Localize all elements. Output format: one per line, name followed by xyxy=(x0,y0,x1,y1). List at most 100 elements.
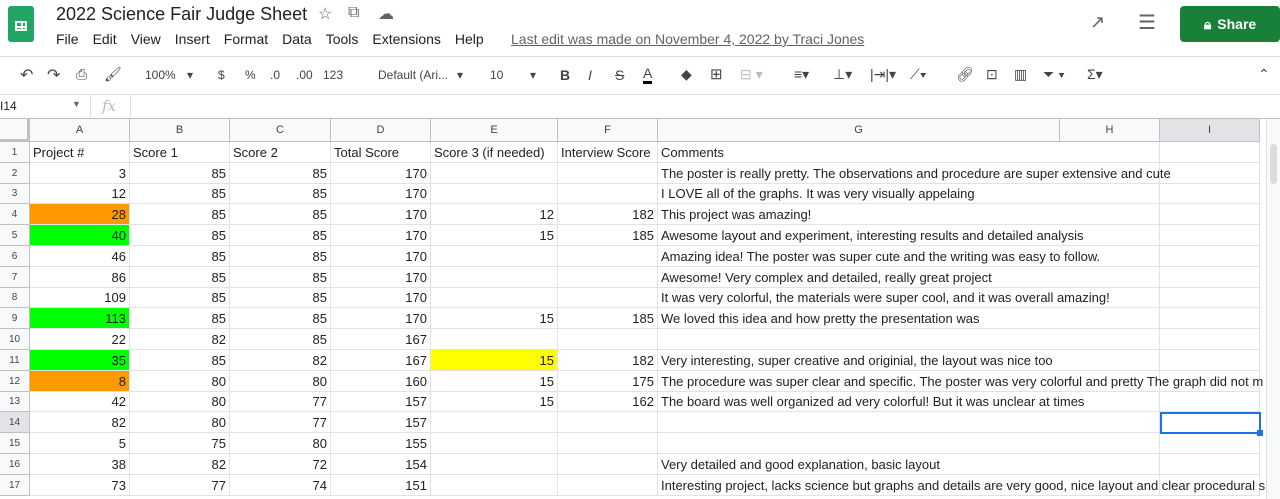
row-header[interactable]: 5 xyxy=(0,225,30,246)
cell-B15[interactable]: 75 xyxy=(130,433,230,454)
cell-D5[interactable]: 170 xyxy=(331,225,431,246)
menu-format[interactable]: Format xyxy=(224,31,268,47)
cell-E17[interactable] xyxy=(431,475,558,496)
column-header-F[interactable]: F xyxy=(558,119,658,142)
cell-I2[interactable] xyxy=(1160,163,1260,184)
comment-icon[interactable]: ⊡ xyxy=(986,66,998,83)
cell-A7[interactable]: 86 xyxy=(30,267,130,288)
cell-I13[interactable] xyxy=(1160,392,1260,412)
align-left-icon[interactable]: ≡▾ xyxy=(794,66,809,83)
cell-C17[interactable]: 74 xyxy=(230,475,331,496)
column-header-B[interactable]: B xyxy=(130,119,230,142)
italic-button[interactable]: I xyxy=(588,67,592,83)
cell-B10[interactable]: 82 xyxy=(130,329,230,350)
cell-G9[interactable]: We loved this idea and how pretty the pr… xyxy=(658,308,1060,329)
select-all-corner[interactable] xyxy=(0,119,30,142)
cell-C6[interactable]: 85 xyxy=(230,246,331,267)
cell-F3[interactable] xyxy=(558,184,658,204)
column-header-A[interactable]: A xyxy=(30,119,130,142)
column-header-I[interactable]: I xyxy=(1160,119,1260,142)
cell-D11[interactable]: 167 xyxy=(331,350,431,371)
row-header[interactable]: 13 xyxy=(0,392,30,412)
cell-B13[interactable]: 80 xyxy=(130,392,230,412)
last-edit-link[interactable]: Last edit was made on November 4, 2022 b… xyxy=(511,31,864,47)
header-cell-A1[interactable]: Project # xyxy=(30,142,130,163)
fill-handle[interactable] xyxy=(1257,430,1263,436)
cell-G4[interactable]: This project was amazing! xyxy=(658,204,1060,225)
percent-button[interactable]: % xyxy=(245,68,256,82)
cell-A14[interactable]: 82 xyxy=(30,412,130,433)
cell-C8[interactable]: 85 xyxy=(230,288,331,308)
cell-G16[interactable]: Very detailed and good explanation, basi… xyxy=(658,454,1060,475)
cell-B7[interactable]: 85 xyxy=(130,267,230,288)
cell-H7[interactable] xyxy=(1060,267,1160,288)
font-size-select[interactable]: 10 xyxy=(490,68,503,82)
cell-E5[interactable]: 15 xyxy=(431,225,558,246)
cell-E7[interactable] xyxy=(431,267,558,288)
cell-D10[interactable]: 167 xyxy=(331,329,431,350)
cell-I10[interactable] xyxy=(1160,329,1260,350)
cell-A6[interactable]: 46 xyxy=(30,246,130,267)
row-header[interactable]: 9 xyxy=(0,308,30,329)
cell-E8[interactable] xyxy=(431,288,558,308)
cell-C5[interactable]: 85 xyxy=(230,225,331,246)
cell-I8[interactable] xyxy=(1160,288,1260,308)
header-cell-F1[interactable]: Interview Score xyxy=(558,142,658,163)
text-wrap-icon[interactable]: |⇥|▾ xyxy=(870,66,896,83)
activity-icon[interactable]: ↗ xyxy=(1090,12,1105,33)
sheets-logo[interactable] xyxy=(8,6,34,42)
cell-F17[interactable] xyxy=(558,475,658,496)
cell-A17[interactable]: 73 xyxy=(30,475,130,496)
column-header-G[interactable]: G xyxy=(658,119,1060,142)
menu-view[interactable]: View xyxy=(131,31,161,47)
row-header[interactable]: 15 xyxy=(0,433,30,454)
cell-E13[interactable]: 15 xyxy=(431,392,558,412)
comments-icon[interactable]: ☰ xyxy=(1138,10,1156,35)
strikethrough-button[interactable]: S xyxy=(615,67,624,83)
cell-E4[interactable]: 12 xyxy=(431,204,558,225)
cell-H14[interactable] xyxy=(1060,412,1160,433)
cell-I5[interactable] xyxy=(1160,225,1260,246)
cell-H10[interactable] xyxy=(1060,329,1160,350)
row-header[interactable]: 4 xyxy=(0,204,30,225)
column-header-E[interactable]: E xyxy=(431,119,558,142)
name-box[interactable]: I14 xyxy=(0,99,17,113)
cell-F14[interactable] xyxy=(558,412,658,433)
doc-title[interactable]: 2022 Science Fair Judge Sheet xyxy=(56,4,307,25)
header-cell-D1[interactable]: Total Score xyxy=(331,142,431,163)
cell-A5[interactable]: 40 xyxy=(30,225,130,246)
font-select[interactable]: Default (Ari... xyxy=(378,68,448,82)
row-header[interactable]: 12 xyxy=(0,371,30,392)
cell-G17[interactable]: Interesting project, lacks science but g… xyxy=(658,475,1265,496)
cell-B17[interactable]: 77 xyxy=(130,475,230,496)
column-header-D[interactable]: D xyxy=(331,119,431,142)
cell-D17[interactable]: 151 xyxy=(331,475,431,496)
functions-icon[interactable]: Σ▾ xyxy=(1087,66,1103,83)
currency-button[interactable]: $ xyxy=(218,68,225,82)
menu-edit[interactable]: Edit xyxy=(93,31,117,47)
fill-color-icon[interactable]: ◆ xyxy=(681,66,692,83)
cell-A8[interactable]: 109 xyxy=(30,288,130,308)
cell-E16[interactable] xyxy=(431,454,558,475)
header-cell-C1[interactable]: Score 2 xyxy=(230,142,331,163)
cell-F8[interactable] xyxy=(558,288,658,308)
cell-I6[interactable] xyxy=(1160,246,1260,267)
cell-C15[interactable]: 80 xyxy=(230,433,331,454)
more-formats-button[interactable]: 123 xyxy=(323,68,343,82)
cell-G10[interactable] xyxy=(658,329,1060,350)
cell-G11[interactable]: Very interesting, super creative and ori… xyxy=(658,350,1060,371)
cell-F11[interactable]: 182 xyxy=(558,350,658,371)
cell-G14[interactable] xyxy=(658,412,1060,433)
cell-D6[interactable]: 170 xyxy=(331,246,431,267)
cell-E11[interactable]: 15 xyxy=(431,350,558,371)
cell-B8[interactable]: 85 xyxy=(130,288,230,308)
merge-cells-icon[interactable]: ⊟ ▾ xyxy=(740,66,763,83)
cell-C12[interactable]: 80 xyxy=(230,371,331,392)
collapse-toolbar-icon[interactable]: ⌃ xyxy=(1258,66,1270,83)
borders-icon[interactable]: ⊞ xyxy=(710,65,723,83)
bold-button[interactable]: B xyxy=(560,67,570,83)
cell-B9[interactable]: 85 xyxy=(130,308,230,329)
star-icon[interactable]: ☆ xyxy=(318,4,332,24)
row-header[interactable]: 1 xyxy=(0,142,30,163)
row-header[interactable]: 7 xyxy=(0,267,30,288)
